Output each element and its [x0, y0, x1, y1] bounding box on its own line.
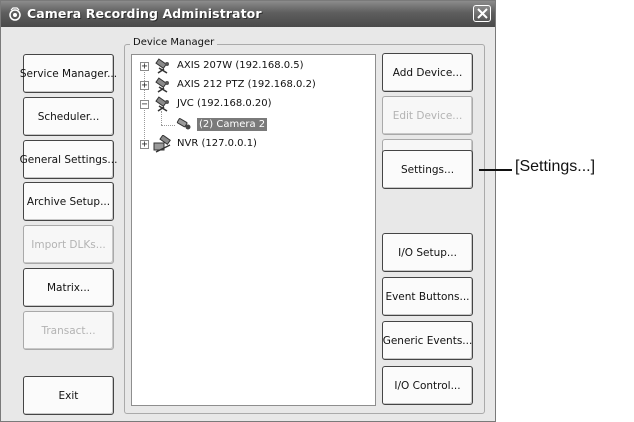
nvr-icon [153, 135, 171, 153]
import-dlks-button[interactable]: Import DLKs... [23, 225, 114, 264]
tree-item-jvc[interactable]: − JVC (192.168.0.20) [132, 95, 372, 113]
settings-callout-label: [Settings...] [515, 158, 596, 175]
title-bar[interactable]: Camera Recording Administrator [1, 1, 495, 27]
matrix-button[interactable]: Matrix... [23, 268, 114, 307]
tree-item-label: JVC (192.168.0.20) [177, 98, 272, 109]
scheduler-button[interactable]: Scheduler... [23, 97, 114, 136]
tree-item-label: NVR (127.0.0.1) [177, 138, 257, 149]
device-manager-label: Device Manager [130, 37, 218, 48]
settings-button[interactable]: Settings... [382, 150, 473, 189]
edit-device-button[interactable]: Edit Device... [382, 96, 473, 135]
archive-setup-button[interactable]: Archive Setup... [23, 182, 114, 221]
service-manager-button[interactable]: Service Manager... [20, 54, 117, 93]
tree-item-nvr[interactable]: + NVR (127.0.0.1) [132, 135, 372, 153]
camera-icon [176, 118, 191, 130]
tree-item-label: AXIS 212 PTZ (192.168.0.2) [177, 79, 316, 90]
device-tree[interactable]: + AXIS 207W (192.168.0.5) + AXIS 212 PTZ… [131, 54, 376, 406]
transact-button[interactable]: Transact... [23, 311, 114, 350]
expand-toggle[interactable]: + [140, 81, 149, 91]
tree-item-axis-212-ptz[interactable]: + AXIS 212 PTZ (192.168.0.2) [132, 76, 372, 94]
collapse-toggle[interactable]: − [140, 100, 149, 110]
add-device-button[interactable]: Add Device... [382, 53, 473, 92]
exit-button[interactable]: Exit [23, 376, 114, 415]
close-button[interactable] [473, 5, 491, 22]
app-camera-icon [9, 7, 21, 21]
general-settings-button[interactable]: General Settings... [20, 140, 117, 179]
callout-line [479, 169, 512, 171]
event-buttons-button[interactable]: Event Buttons... [382, 277, 473, 316]
tree-item-camera-2[interactable]: (2) Camera 2 [132, 116, 372, 134]
expand-toggle[interactable]: + [140, 140, 149, 150]
tree-item-label: (2) Camera 2 [197, 118, 268, 131]
window-title: Camera Recording Administrator [27, 6, 262, 21]
io-control-button[interactable]: I/O Control... [382, 366, 473, 405]
close-icon [477, 8, 488, 19]
camera-device-icon [155, 77, 169, 93]
expand-toggle[interactable]: + [140, 62, 149, 72]
tree-item-label: AXIS 207W (192.168.0.5) [177, 60, 304, 71]
camera-device-icon [155, 58, 169, 74]
io-setup-button[interactable]: I/O Setup... [382, 233, 473, 272]
generic-events-button[interactable]: Generic Events... [382, 321, 473, 360]
tree-item-axis-207w[interactable]: + AXIS 207W (192.168.0.5) [132, 57, 372, 75]
camera-device-icon [155, 96, 169, 112]
